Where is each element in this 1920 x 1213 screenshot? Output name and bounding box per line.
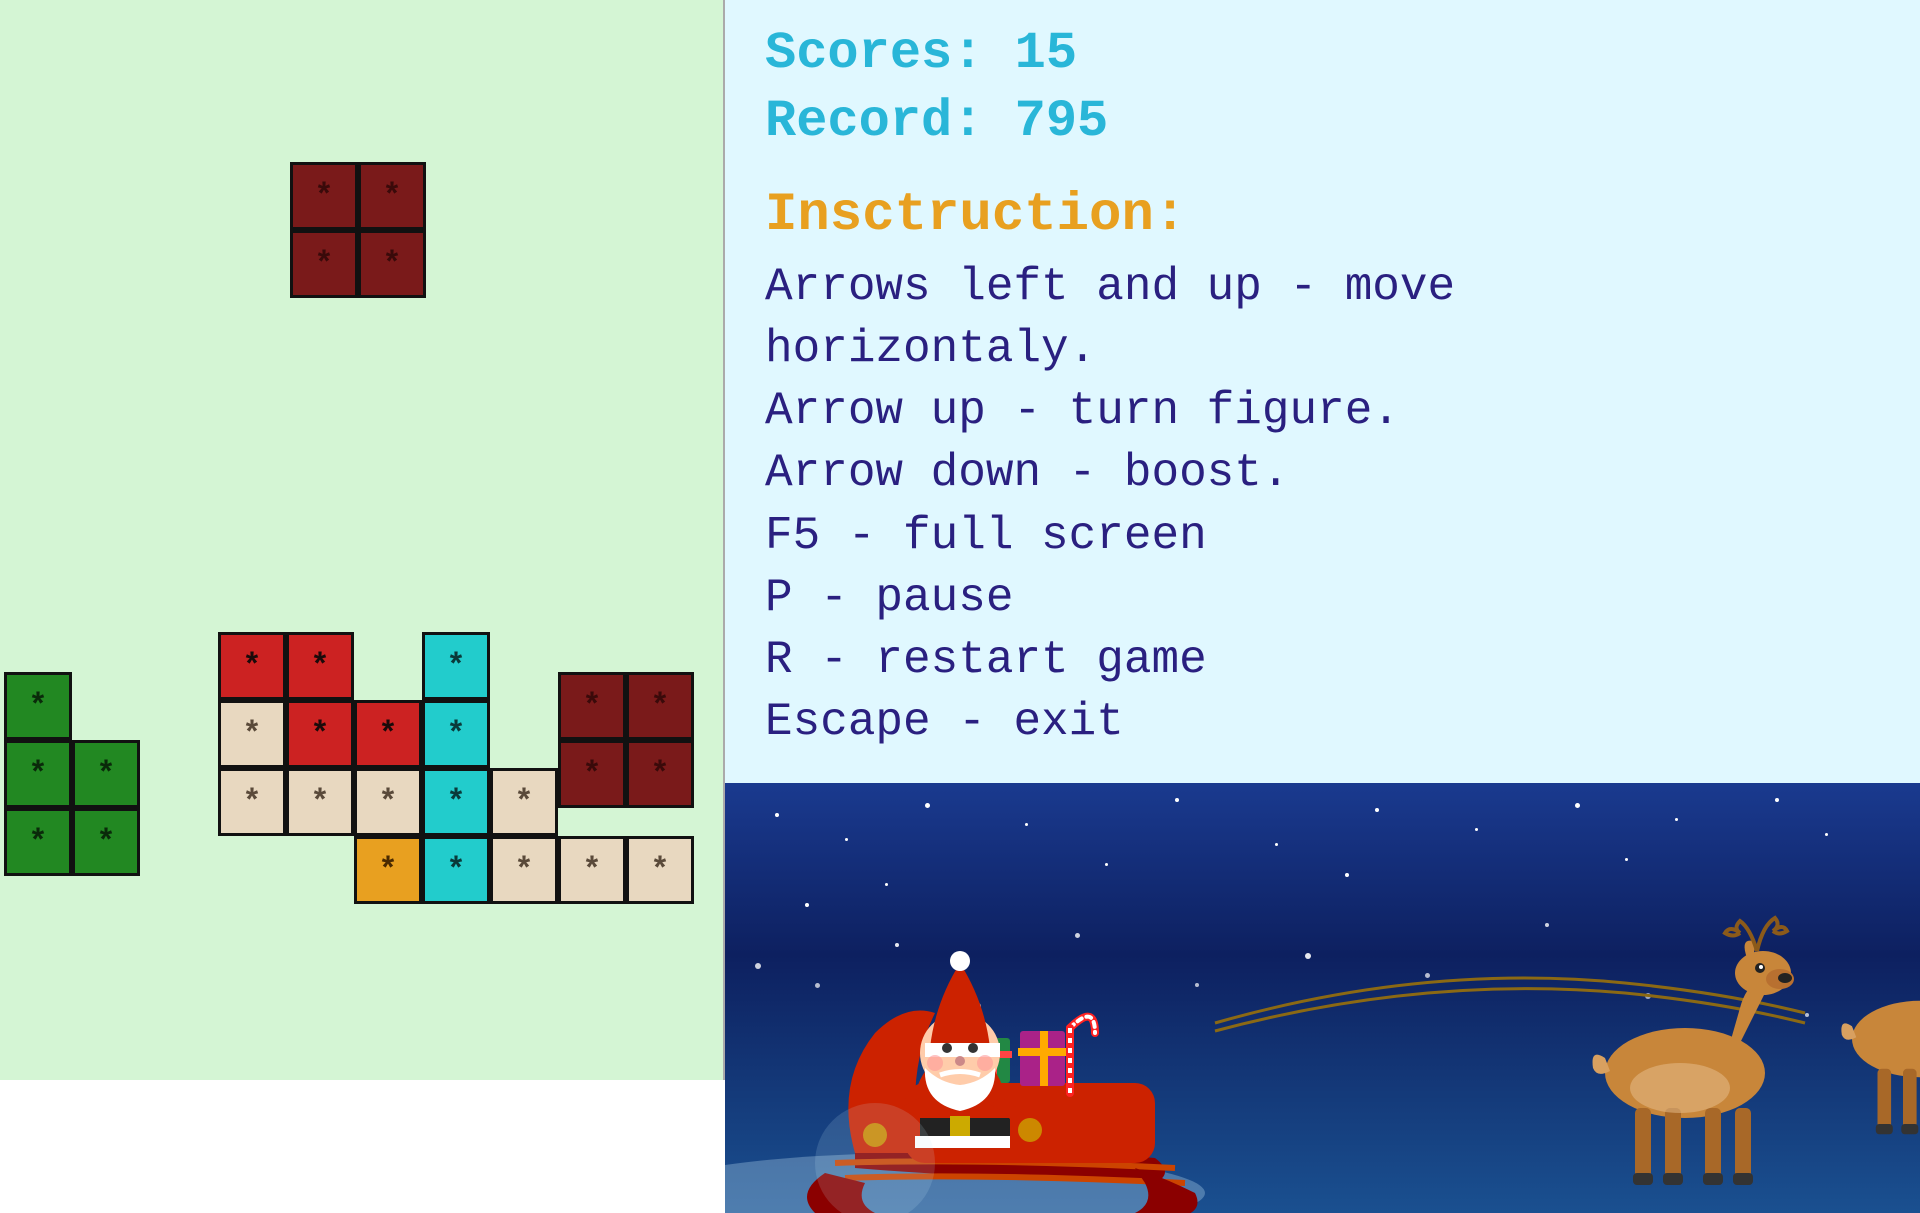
info-panel: Scores: 15 Record: 795 Insctruction: Arr… [725, 0, 1920, 1080]
block-b3: * [4, 808, 72, 876]
block-b1: * [4, 672, 72, 740]
record-label: Record: [765, 92, 1015, 151]
block-r3: * [286, 700, 354, 768]
block-falling-4: * [358, 230, 426, 298]
block-c2: * [422, 700, 490, 768]
block-be6: * [490, 836, 558, 904]
block-r2: * [286, 632, 354, 700]
block-be3: * [286, 768, 354, 836]
christmas-section [725, 783, 1920, 1213]
block-falling-3: * [290, 230, 358, 298]
record-value: 795 [1015, 92, 1109, 151]
block-be1: * [218, 700, 286, 768]
block-c1: * [422, 632, 490, 700]
block-dr2: * [626, 672, 694, 740]
score-label: Scores: [765, 24, 1015, 83]
block-be8: * [626, 836, 694, 904]
instruction-line-4: F5 - full screen [765, 505, 1880, 567]
record-display: Record: 795 [765, 88, 1880, 156]
instruction-line-7: Escape - exit [765, 691, 1880, 753]
instruction-line-1: horizontaly. [765, 318, 1880, 380]
block-b2: * [4, 740, 72, 808]
block-c3: * [422, 768, 490, 836]
instruction-line-6: R - restart game [765, 629, 1880, 691]
instruction-line-3: Arrow down - boost. [765, 442, 1880, 504]
instruction-section: Insctruction: Arrows left and up - moveh… [725, 175, 1920, 783]
instruction-line-0: Arrows left and up - move [765, 256, 1880, 318]
block-r4: * [354, 700, 422, 768]
block-b5: * [72, 808, 140, 876]
instruction-line-2: Arrow up - turn figure. [765, 380, 1880, 442]
score-display: Scores: 15 [765, 20, 1880, 88]
instruction-title: Insctruction: [765, 185, 1880, 246]
block-dr4: * [626, 740, 694, 808]
instruction-lines: Arrows left and up - movehorizontaly.Arr… [765, 256, 1880, 753]
score-value: 15 [1015, 24, 1077, 83]
block-falling-2: * [358, 162, 426, 230]
game-board: * * * * * * * * * * * * * * * * * * * * … [0, 0, 725, 1080]
block-b4: * [72, 740, 140, 808]
block-dr1: * [558, 672, 626, 740]
block-c4: * [422, 836, 490, 904]
block-r1: * [218, 632, 286, 700]
block-be2: * [218, 768, 286, 836]
block-be4: * [354, 768, 422, 836]
score-section: Scores: 15 Record: 795 [725, 0, 1920, 175]
santa-scene [725, 783, 1920, 1213]
block-falling-1: * [290, 162, 358, 230]
block-be5: * [490, 768, 558, 836]
block-dr3: * [558, 740, 626, 808]
block-o2: * [354, 836, 422, 904]
block-be7: * [558, 836, 626, 904]
instruction-line-5: P - pause [765, 567, 1880, 629]
